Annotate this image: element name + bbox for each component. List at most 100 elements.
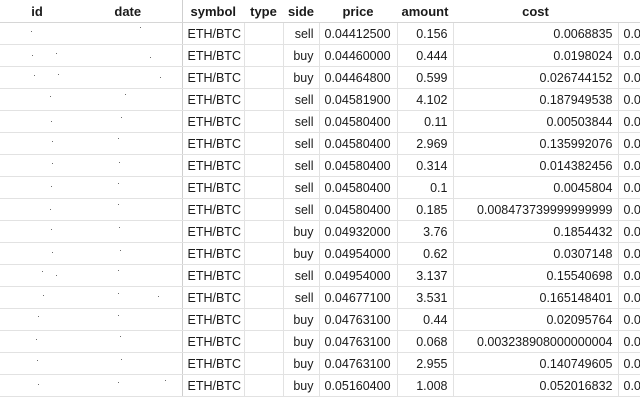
cell-cost: 0.0068835 (452, 22, 618, 45)
cell-type (243, 286, 283, 309)
cell-date (74, 66, 182, 89)
cell-side: buy (282, 220, 319, 243)
pixel-artifact (50, 96, 51, 97)
column-header-symbol[interactable]: symbol (181, 0, 244, 23)
column-header-date[interactable]: date (74, 0, 182, 23)
cell-price: 0.04581900 (318, 88, 397, 111)
cell-type (243, 220, 283, 243)
cell-id (0, 264, 74, 287)
pixel-artifact (118, 204, 119, 205)
cell-amount: 0.314 (396, 154, 453, 177)
cell-date (74, 88, 182, 111)
pixel-artifact (52, 141, 53, 142)
cell-id (0, 88, 74, 111)
table-row[interactable]: ETH/BTC buy0.049320003.760.18544320.00 (0, 220, 640, 243)
cell-price: 0.04580400 (318, 198, 397, 221)
cell-amount: 3.137 (396, 264, 453, 287)
cell-cost: 0.02095764 (452, 308, 618, 331)
cell-side: sell (282, 22, 319, 45)
cell-cost: 0.014382456 (452, 154, 618, 177)
table-row[interactable]: ETH/BTC sell0.045804000.10.00458040.00 (0, 176, 640, 199)
cell-cost: 0.026744152 (452, 66, 618, 89)
cell-date (74, 330, 182, 353)
cell-symbol: ETH/BTC (181, 264, 244, 287)
cell-side: sell (282, 198, 319, 221)
table-row[interactable]: ETH/BTC buy0.044600000.4440.01980240.00 (0, 44, 640, 67)
cell-side: sell (282, 176, 319, 199)
cell-type (243, 308, 283, 331)
cell-amount: 0.11 (396, 110, 453, 133)
cell-symbol: ETH/BTC (181, 374, 244, 397)
table-row[interactable]: ETH/BTC sell0.046771003.5310.1651484010.0… (0, 286, 640, 309)
table-row[interactable]: ETH/BTC sell0.045819004.1020.1879495380.0… (0, 88, 640, 111)
cell-amount: 2.969 (396, 132, 453, 155)
column-header-side[interactable]: side (283, 0, 319, 23)
cell-price: 0.04464800 (318, 66, 397, 89)
cell-amount: 0.185 (396, 198, 453, 221)
pixel-artifact (56, 275, 57, 276)
cell-type (243, 264, 283, 287)
table-row[interactable]: ETH/BTC buy0.047631002.9550.1407496050.00 (0, 352, 640, 375)
cell-cost: 0.0307148 (452, 242, 618, 265)
cell-fee: 0.00 (617, 352, 640, 375)
pixel-artifact (120, 250, 121, 251)
table-row[interactable]: ETH/BTC sell0.045804002.9690.1359920760.0… (0, 132, 640, 155)
cell-amount: 0.444 (396, 44, 453, 67)
column-header-price[interactable]: price (319, 0, 397, 23)
cell-id (0, 286, 74, 309)
cell-amount: 4.102 (396, 88, 453, 111)
cell-price: 0.04954000 (318, 264, 397, 287)
column-header-id[interactable]: id (0, 0, 74, 23)
cell-side: buy (282, 308, 319, 331)
table-row[interactable]: ETH/BTC buy0.049540000.620.03071480.00 (0, 242, 640, 265)
cell-date (74, 132, 182, 155)
table-row[interactable]: ETH/BTC sell0.044125000.1560.00688350.00 (0, 22, 640, 45)
cell-symbol: ETH/BTC (181, 154, 244, 177)
trades-grid: id date symbol type side price amount co… (0, 0, 640, 400)
cell-id (0, 66, 74, 89)
pixel-artifact (119, 162, 120, 163)
cell-id (0, 198, 74, 221)
cell-type (243, 110, 283, 133)
pixel-artifact (36, 339, 37, 340)
table-row[interactable]: ETH/BTC buy0.047631000.440.020957640.00 (0, 308, 640, 331)
cell-side: sell (282, 88, 319, 111)
table-row[interactable]: ETH/BTC sell0.045804000.110.005038440.00 (0, 110, 640, 133)
cell-symbol: ETH/BTC (181, 220, 244, 243)
cell-side: buy (282, 374, 319, 397)
cell-id (0, 330, 74, 353)
cell-symbol: ETH/BTC (181, 352, 244, 375)
cell-type (243, 154, 283, 177)
column-header-type[interactable]: type (244, 0, 283, 23)
cell-amount: 1.008 (396, 374, 453, 397)
cell-type (243, 44, 283, 67)
pixel-artifact (34, 75, 35, 76)
cell-fee: 0.00 (617, 330, 640, 353)
cell-symbol: ETH/BTC (181, 66, 244, 89)
cell-price: 0.04763100 (318, 308, 397, 331)
column-header-cost[interactable]: cost (453, 0, 618, 23)
table-row[interactable]: ETH/BTC buy0.044648000.5990.0267441520.00 (0, 66, 640, 89)
table-row[interactable]: ETH/BTC sell0.045804000.3140.0143824560.0… (0, 154, 640, 177)
cell-side: buy (282, 242, 319, 265)
pixel-artifact (118, 293, 119, 294)
cell-date (74, 176, 182, 199)
cell-symbol: ETH/BTC (181, 132, 244, 155)
pixel-artifact (52, 163, 53, 164)
pixel-artifact (140, 27, 141, 28)
table-row[interactable]: ETH/BTC sell0.049540003.1370.155406980.00 (0, 264, 640, 287)
pixel-artifact (120, 336, 121, 337)
column-header-amount[interactable]: amount (397, 0, 453, 23)
pixel-artifact (118, 138, 119, 139)
table-body: ETH/BTCsell0.044125000.1560.00688350.00E… (0, 22, 640, 397)
cell-price: 0.04763100 (318, 352, 397, 375)
table-row[interactable]: ETH/BTC buy 0.04763100 0.068 0.0032389080000… (0, 330, 640, 353)
cell-price: 0.04460000 (318, 44, 397, 67)
cell-fee: 0.09 (617, 374, 640, 397)
cell-fee: 0.00 (617, 308, 640, 331)
cell-fee: 0.00 (617, 286, 640, 309)
table-row[interactable]: ETH/BTC buy0.051604001.0080.0520168320.09 (0, 374, 640, 397)
cell-price: 0.04580400 (318, 154, 397, 177)
cell-type (243, 22, 283, 45)
table-row[interactable]: ETH/BTC sell 0.04580400 0.185 0.008473739999… (0, 198, 640, 221)
